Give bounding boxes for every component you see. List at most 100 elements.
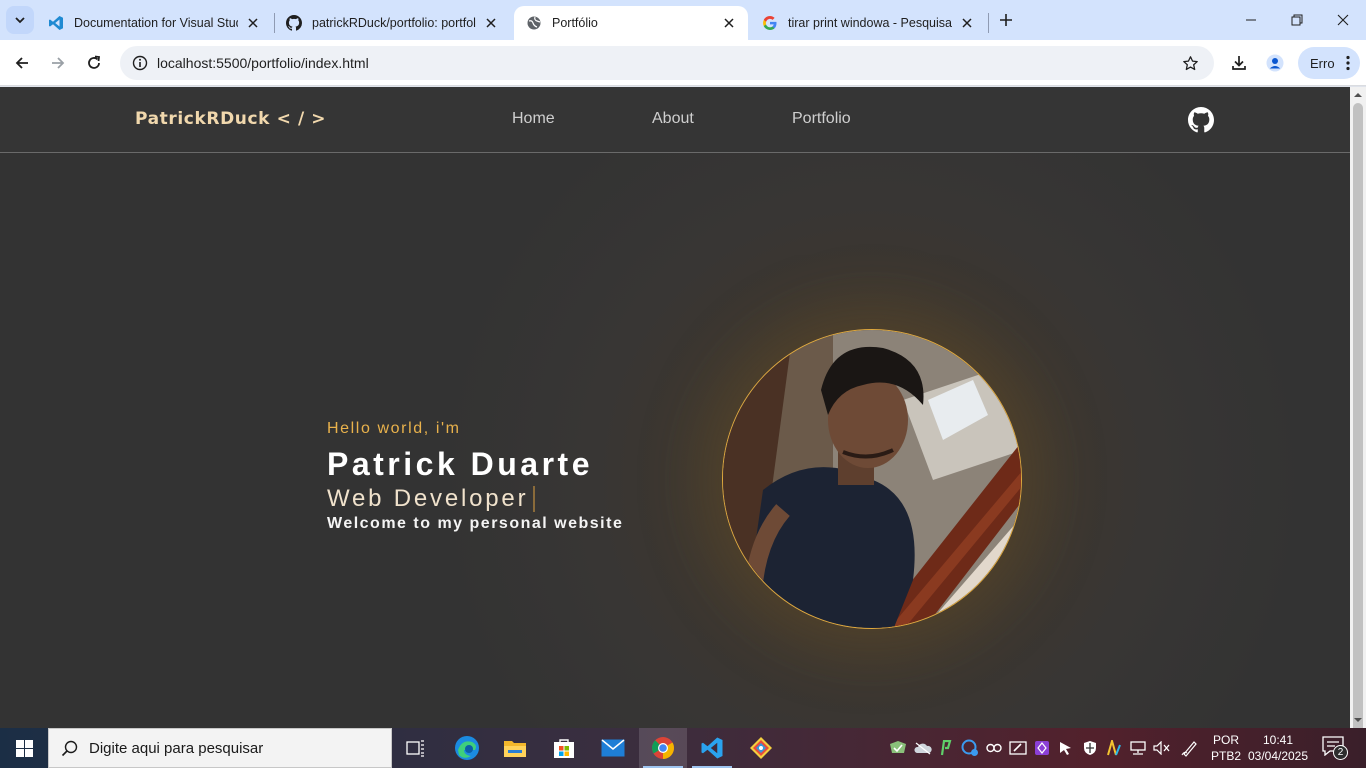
pen-tablet-icon[interactable]	[1009, 739, 1027, 757]
start-button[interactable]	[0, 728, 48, 768]
chrome-icon	[652, 737, 674, 759]
hero-name: Patrick Duarte	[327, 446, 593, 482]
network-icon[interactable]	[1129, 739, 1147, 757]
task-view-button[interactable]	[392, 728, 440, 768]
page-viewport: PatrickRDuck < / > Home About Portfolio …	[0, 87, 1350, 728]
input-language[interactable]: POR PTB2	[1211, 732, 1241, 764]
nav-link-portfolio[interactable]: Portfolio	[792, 110, 851, 128]
close-window-button[interactable]	[1320, 0, 1366, 40]
profile-photo	[722, 329, 1022, 629]
taskbar-app-gitkraken[interactable]	[737, 728, 785, 768]
link-icon[interactable]	[985, 739, 1003, 757]
site-header: PatrickRDuck < / > Home About Portfolio	[0, 87, 1350, 153]
minimize-button[interactable]	[1228, 0, 1274, 40]
sound-wave-app-icon[interactable]	[1105, 739, 1123, 757]
cloud-sync-icon[interactable]	[914, 739, 932, 757]
github-icon[interactable]	[1188, 107, 1214, 133]
green-app-tray-icon[interactable]	[937, 739, 955, 757]
more-vert-icon	[1346, 55, 1350, 74]
github-icon	[286, 15, 302, 31]
restore-icon	[1291, 14, 1303, 26]
tab-google-search[interactable]: tirar print windowa - Pesquisa Google	[750, 6, 986, 40]
reload-icon	[88, 55, 101, 69]
tab-title: patrickRDuck/portfolio: portfolio	[312, 16, 476, 30]
volume-muted-icon[interactable]	[1153, 739, 1171, 757]
task-view-icon	[406, 740, 424, 757]
hero-greeting: Hello world, i'm	[327, 420, 461, 437]
hero-role-text: Web Developer	[327, 485, 529, 512]
arrow-left-icon	[15, 57, 28, 69]
close-icon[interactable]	[482, 14, 500, 32]
restore-button[interactable]	[1274, 0, 1320, 40]
search-placeholder: Digite aqui para pesquisar	[89, 739, 264, 757]
profile-error-label: Erro	[1310, 55, 1335, 71]
taskbar-app-store[interactable]	[540, 728, 588, 768]
notification-count-badge: 2	[1333, 745, 1348, 760]
close-icon[interactable]	[720, 14, 738, 32]
new-tab-button[interactable]	[994, 8, 1018, 32]
folder-icon	[504, 741, 526, 757]
system-clock[interactable]: 10:41 03/04/2025	[1245, 732, 1311, 764]
forward-button[interactable]	[43, 48, 73, 78]
shield-icon[interactable]	[1081, 739, 1099, 757]
nav-link-home[interactable]: Home	[512, 110, 555, 128]
hero-intro: Hello world, i'm Patrick Duarte Web Deve…	[327, 420, 623, 533]
chevron-down-icon	[15, 17, 25, 24]
search-icon	[49, 740, 89, 757]
purple-app-tray-icon[interactable]	[1033, 739, 1051, 757]
browser-tab-strip: Documentation for Visual Studio Code pat…	[0, 0, 1366, 40]
network-status-icon[interactable]	[961, 739, 979, 757]
taskbar-app-vscode[interactable]	[688, 728, 736, 768]
browser-toolbar: localhost:5500/portfolio/index.html Erro	[0, 40, 1366, 86]
scroll-down-arrow-icon[interactable]	[1354, 716, 1362, 724]
taskbar-search-box[interactable]: Digite aqui para pesquisar	[48, 728, 392, 768]
address-bar[interactable]: localhost:5500/portfolio/index.html	[120, 46, 1214, 80]
page-scrollbar[interactable]	[1350, 87, 1366, 733]
store-icon	[554, 739, 574, 758]
tab-title: Documentation for Visual Studio Code	[74, 16, 238, 30]
typing-caret	[533, 486, 536, 512]
close-icon[interactable]	[244, 14, 262, 32]
tab-portfolio[interactable]: Portfólio	[514, 6, 748, 40]
clock-time: 10:41	[1262, 733, 1294, 747]
pen-input-icon[interactable]	[1181, 739, 1199, 757]
site-logo[interactable]: PatrickRDuck < / >	[135, 109, 326, 129]
tab-title: Portfólio	[552, 16, 598, 30]
reload-button[interactable]	[79, 48, 109, 78]
keyboard-layout: PTB2	[1211, 749, 1242, 763]
profile-error-button[interactable]: Erro	[1298, 47, 1360, 79]
bookmark-star-icon[interactable]	[1178, 51, 1202, 75]
windows-taskbar: Digite aqui para pesquisar POR PTB2 10:4…	[0, 728, 1366, 768]
mail-icon	[601, 739, 625, 757]
taskbar-app-chrome[interactable]	[639, 728, 687, 768]
language-code: POR	[1212, 733, 1239, 747]
download-icon	[1232, 56, 1246, 70]
minimize-icon	[1246, 19, 1256, 21]
profile-button[interactable]	[1260, 48, 1290, 78]
git-client-icon	[750, 737, 772, 759]
windows-logo-icon	[15, 739, 33, 757]
taskbar-app-file-explorer[interactable]	[491, 728, 539, 768]
edge-icon	[455, 736, 479, 760]
site-info-icon[interactable]	[128, 51, 152, 75]
close-icon	[1337, 14, 1349, 26]
security-shield-icon[interactable]	[889, 739, 907, 757]
close-icon[interactable]	[958, 14, 976, 32]
vscode-icon	[701, 737, 723, 759]
hero-role: Web Developer	[327, 485, 623, 513]
google-icon	[762, 15, 778, 31]
tab-title: tirar print windowa - Pesquisa Google	[788, 16, 952, 30]
back-button[interactable]	[7, 48, 37, 78]
hero-tagline: Welcome to my personal website	[327, 515, 624, 532]
taskbar-app-edge[interactable]	[443, 728, 491, 768]
tab-vscode-docs[interactable]: Documentation for Visual Studio Code	[36, 6, 272, 40]
taskbar-app-mail[interactable]	[589, 728, 637, 768]
scroll-up-arrow-icon[interactable]	[1354, 91, 1362, 99]
tab-github-portfolio[interactable]: patrickRDuck/portfolio: portfolio	[274, 6, 510, 40]
cursor-tool-icon[interactable]	[1057, 739, 1075, 757]
scrollbar-thumb[interactable]	[1353, 103, 1363, 733]
nav-link-about[interactable]: About	[652, 110, 694, 128]
downloads-button[interactable]	[1224, 48, 1254, 78]
url-text: localhost:5500/portfolio/index.html	[157, 55, 369, 71]
tab-search-button[interactable]	[6, 6, 34, 34]
